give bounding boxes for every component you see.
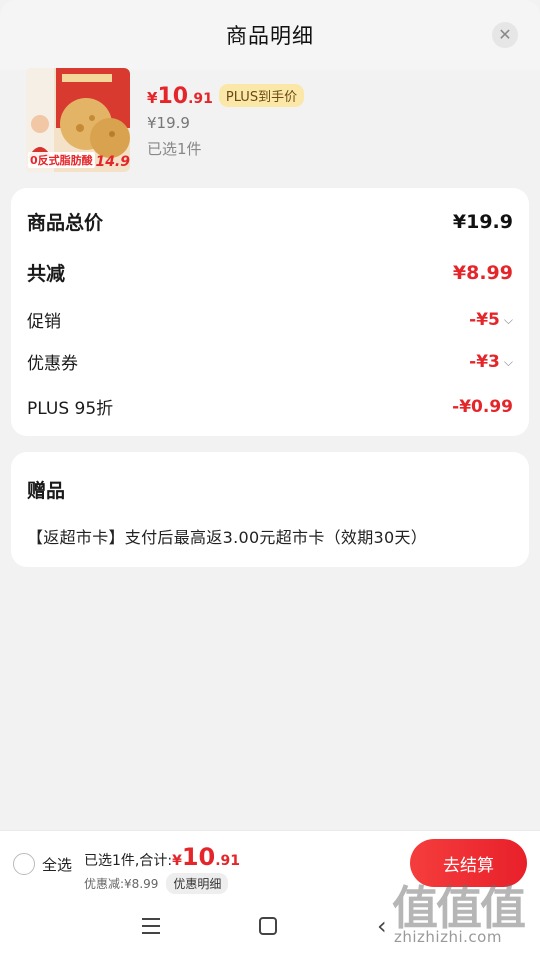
discount-detail-button[interactable]: 优惠明细 <box>166 873 229 894</box>
price-symbol: ¥ <box>147 89 158 107</box>
back-icon[interactable]: ‹ <box>377 914 387 938</box>
product-image[interactable]: 0反式脂肪酸 14.9 <box>26 68 130 172</box>
total-price-row: 商品总价 ¥19.9 <box>27 208 513 235</box>
order-total-decimal: .91 <box>215 853 241 869</box>
plus-discount-label: PLUS 95折 <box>27 399 114 419</box>
total-reduction-value: ¥8.99 <box>452 261 513 284</box>
coupon-label: 优惠券 <box>27 354 78 374</box>
order-total-symbol: ¥ <box>172 853 182 869</box>
total-price-value: ¥19.9 <box>452 210 513 233</box>
gift-title: 赠品 <box>27 480 66 502</box>
coupon-row[interactable]: 优惠券 -¥3 ⌵ <box>27 349 513 375</box>
order-total: 已选1件,合计: ¥ 10 .91 <box>84 843 240 871</box>
sheet-header: 商品明细 ✕ <box>0 0 540 70</box>
close-button[interactable]: ✕ <box>492 22 518 48</box>
total-reduction-label: 共减 <box>27 263 66 285</box>
chevron-down-icon: ⌵ <box>503 354 513 369</box>
close-icon: ✕ <box>498 25 512 44</box>
sheet-title: 商品明细 <box>226 24 314 48</box>
plus-discount-row: PLUS 95折 -¥0.99 <box>27 394 513 420</box>
product-image-badge: 0反式脂肪酸 <box>28 152 95 168</box>
chevron-down-icon: ⌵ <box>503 312 513 327</box>
product-detail-sheet: 商品明细 ✕ 0反式脂肪酸 14.9 ¥ 10 .91 PLUS到手价 ¥19.… <box>0 0 540 958</box>
selected-count: 已选1件 <box>147 140 202 158</box>
plus-discount-value: -¥0.99 <box>452 396 513 417</box>
discount-summary: 优惠减:¥8.99 优惠明细 <box>84 873 229 894</box>
price-integer: 10 <box>157 84 189 109</box>
promotion-value-wrap: -¥5 ⌵ <box>469 310 513 330</box>
select-all-radio[interactable] <box>13 853 35 875</box>
recent-apps-icon[interactable] <box>142 918 160 934</box>
product-image-price: 14.9 <box>95 154 130 170</box>
promotion-label: 促销 <box>27 312 61 332</box>
gift-description: 【返超市卡】支付后最高返3.00元超市卡（效期30天） <box>27 528 428 547</box>
total-reduction-row: 共减 ¥8.99 <box>27 259 513 286</box>
total-price-label: 商品总价 <box>27 212 104 234</box>
promotion-row[interactable]: 促销 -¥5 ⌵ <box>27 307 513 333</box>
original-price: ¥19.9 <box>147 114 190 132</box>
gift-card: 赠品 【返超市卡】支付后最高返3.00元超市卡（效期30天） <box>11 452 529 567</box>
coupon-value-wrap: -¥3 ⌵ <box>469 352 513 372</box>
promotion-value: -¥5 <box>469 309 500 330</box>
product-summary: 0反式脂肪酸 14.9 ¥ 10 .91 PLUS到手价 ¥19.9 已选1件 <box>26 68 516 172</box>
order-total-label: 已选1件,合计: <box>84 853 173 869</box>
price-decimal: .91 <box>188 91 213 107</box>
select-all-label[interactable]: 全选 <box>42 854 72 875</box>
home-icon[interactable] <box>259 917 277 935</box>
order-total-integer: 10 <box>181 843 216 871</box>
watermark-url: zhizhizhi.com <box>394 928 502 946</box>
coupon-value: -¥3 <box>469 351 500 372</box>
discount-amount: 优惠减:¥8.99 <box>84 877 159 891</box>
price-breakdown-card: 商品总价 ¥19.9 共减 ¥8.99 促销 -¥5 ⌵ 优惠券 -¥3 ⌵ PLU… <box>11 188 529 436</box>
plus-price: ¥ 10 .91 PLUS到手价 <box>147 84 305 109</box>
plus-price-tag: PLUS到手价 <box>218 84 305 107</box>
watermark: 值值值 zhizhizhi.com <box>392 872 532 952</box>
